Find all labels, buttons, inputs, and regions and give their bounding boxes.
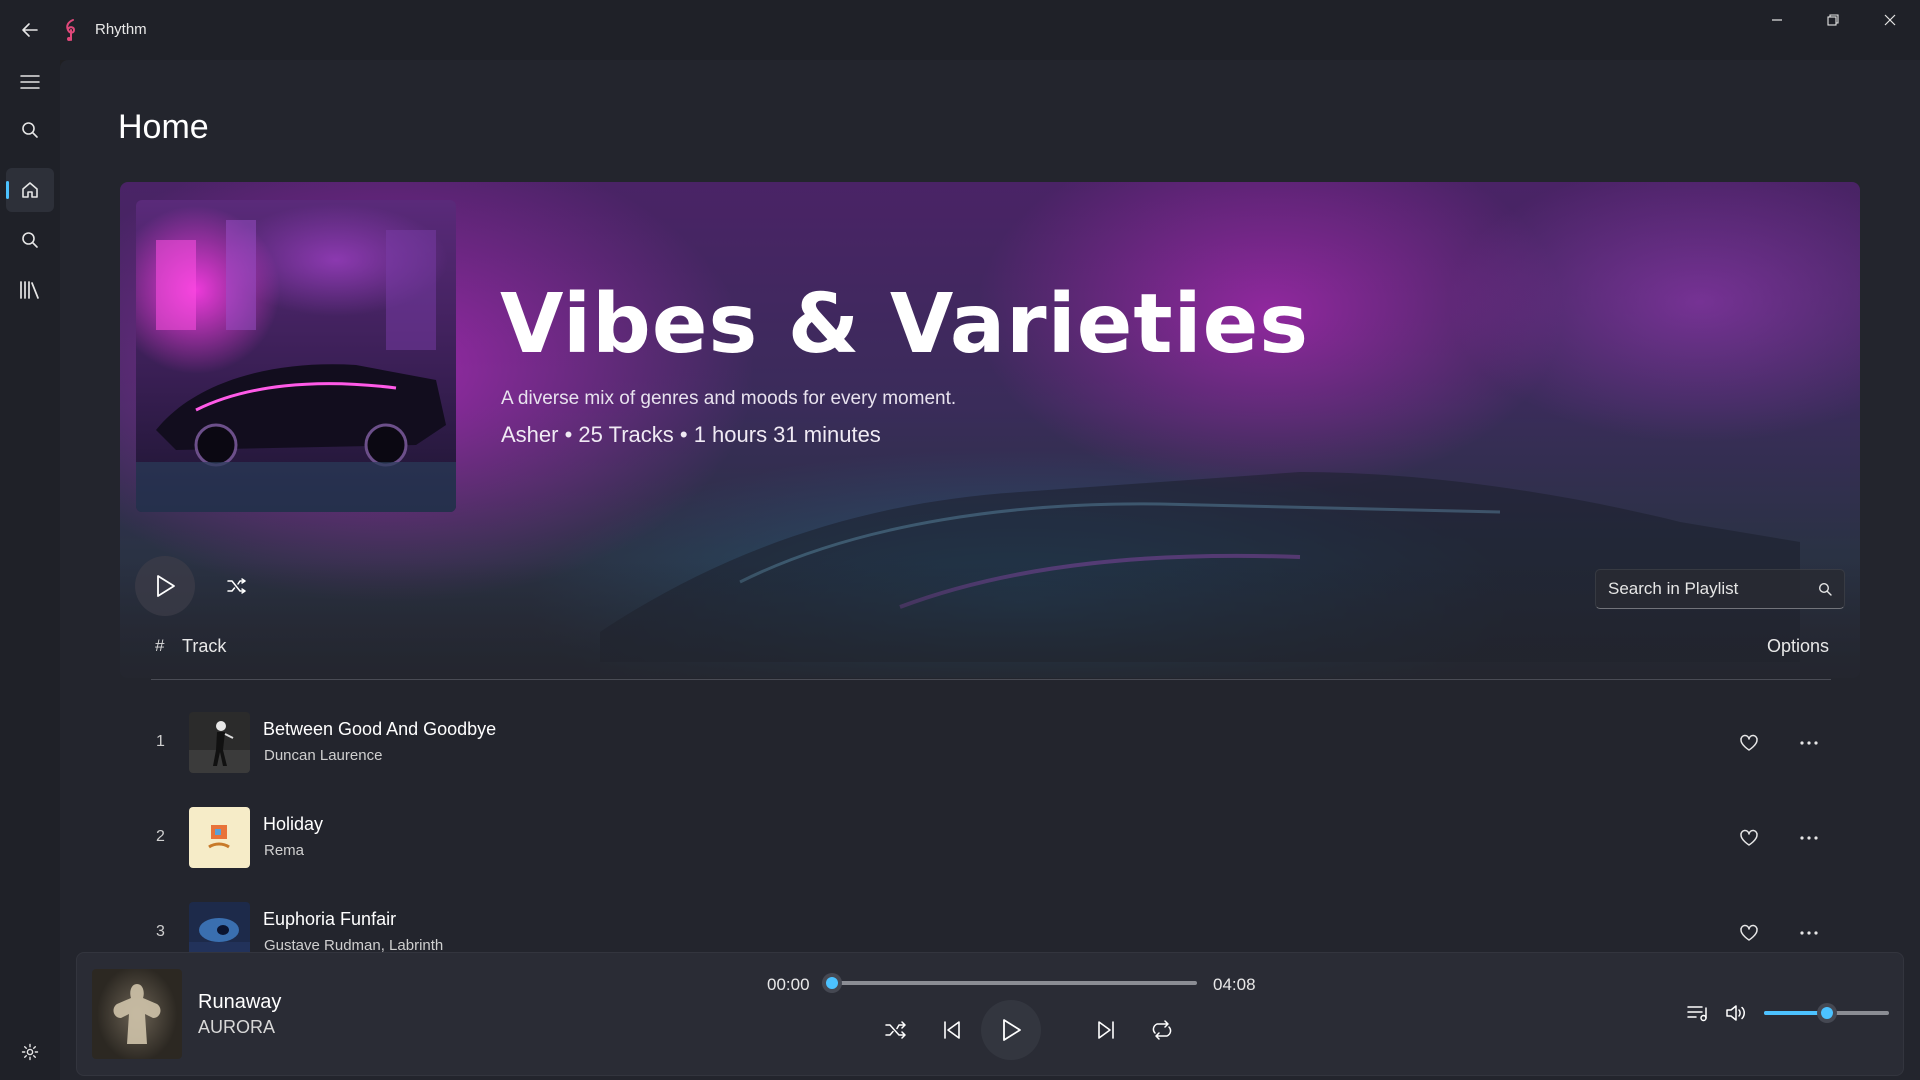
nav-item-library[interactable] bbox=[6, 268, 54, 312]
time-elapsed: 00:00 bbox=[767, 975, 810, 994]
more-icon bbox=[1800, 836, 1818, 840]
now-playing-art-image bbox=[92, 969, 182, 1059]
nav-menu-button[interactable] bbox=[6, 60, 54, 104]
back-arrow-icon bbox=[22, 23, 38, 37]
shuffle-icon bbox=[227, 578, 246, 594]
like-button[interactable] bbox=[1736, 920, 1762, 946]
previous-icon bbox=[944, 1021, 960, 1039]
track-artist[interactable]: Duncan Laurence bbox=[264, 747, 382, 764]
play-pause-button[interactable] bbox=[981, 1000, 1041, 1060]
track-number: 1 bbox=[156, 733, 165, 750]
previous-button[interactable] bbox=[935, 1013, 969, 1047]
restore-icon bbox=[1827, 14, 1839, 26]
playlist-hero: Vibes & Varieties A diverse mix of genre… bbox=[120, 182, 1860, 678]
volume-icon bbox=[1726, 1005, 1745, 1021]
back-button[interactable] bbox=[14, 16, 46, 44]
track-row[interactable]: 2 Holiday Rema bbox=[151, 807, 1831, 869]
like-button[interactable] bbox=[1736, 825, 1762, 851]
search-icon[interactable] bbox=[1818, 582, 1832, 596]
heart-icon bbox=[1740, 924, 1758, 941]
more-icon bbox=[1800, 931, 1818, 935]
divider bbox=[151, 679, 1831, 680]
playlist-search-box[interactable] bbox=[1595, 569, 1845, 609]
playlist-search-input[interactable] bbox=[1608, 578, 1808, 600]
search-icon bbox=[22, 122, 38, 138]
next-button[interactable] bbox=[1089, 1013, 1123, 1047]
now-playing-title[interactable]: Runaway bbox=[198, 991, 281, 1014]
nav-settings-button[interactable] bbox=[6, 1030, 54, 1074]
app-logo-icon bbox=[60, 18, 82, 42]
restore-button[interactable] bbox=[1805, 0, 1861, 40]
heart-icon bbox=[1740, 829, 1758, 846]
queue-icon bbox=[1687, 1006, 1707, 1022]
nav-item-explore[interactable] bbox=[6, 218, 54, 262]
minimize-icon bbox=[1772, 19, 1782, 21]
time-total: 04:08 bbox=[1213, 975, 1256, 994]
track-artist[interactable]: Rema bbox=[264, 842, 304, 859]
volume-button[interactable] bbox=[1719, 996, 1753, 1030]
shuffle-icon bbox=[885, 1021, 906, 1039]
track-row[interactable]: 1 Between Good And Goodbye Duncan Lauren… bbox=[151, 712, 1831, 774]
track-title: Euphoria Funfair bbox=[263, 909, 397, 929]
minimize-button[interactable] bbox=[1749, 0, 1805, 40]
volume-thumb[interactable] bbox=[1816, 1003, 1837, 1023]
title-bar: Rhythm bbox=[0, 0, 1920, 60]
seek-thumb[interactable] bbox=[822, 973, 842, 993]
nav-item-home[interactable] bbox=[6, 168, 54, 212]
close-icon bbox=[1884, 14, 1896, 26]
play-playlist-button[interactable] bbox=[135, 556, 195, 616]
home-icon bbox=[22, 182, 38, 198]
hamburger-icon bbox=[20, 75, 40, 89]
playlist-title: Vibes & Varieties bbox=[500, 277, 1310, 372]
close-button[interactable] bbox=[1862, 0, 1918, 40]
track-number: 2 bbox=[156, 828, 165, 845]
nav-search-button[interactable] bbox=[6, 108, 54, 152]
column-track: Track bbox=[182, 636, 227, 656]
gear-icon bbox=[21, 1043, 39, 1061]
heart-icon bbox=[1740, 734, 1758, 751]
app-title: Rhythm bbox=[95, 21, 147, 38]
seek-slider[interactable] bbox=[822, 973, 1197, 993]
now-playing-artist[interactable]: AURORA bbox=[198, 1017, 275, 1038]
like-button[interactable] bbox=[1736, 730, 1762, 756]
volume-slider[interactable] bbox=[1764, 1003, 1889, 1023]
column-options: Options bbox=[1766, 636, 1829, 656]
track-number: 3 bbox=[156, 923, 165, 940]
more-icon bbox=[1800, 741, 1818, 745]
playlist-description: A diverse mix of genres and moods for ev… bbox=[501, 388, 957, 409]
next-icon bbox=[1098, 1021, 1114, 1039]
page-title: Home bbox=[118, 108, 209, 146]
shuffle-button[interactable] bbox=[879, 1013, 913, 1047]
shuffle-playlist-button[interactable] bbox=[223, 572, 251, 600]
main-content: Home Vibes & Varieties A diverse mix of … bbox=[60, 60, 1920, 1080]
playlist-meta: Asher • 25 Tracks • 1 hours 31 minutes bbox=[501, 422, 881, 447]
repeat-button[interactable] bbox=[1145, 1013, 1179, 1047]
column-number: # bbox=[155, 636, 165, 655]
nav-pane bbox=[0, 60, 60, 1080]
play-icon bbox=[157, 575, 175, 597]
more-options-button[interactable] bbox=[1796, 730, 1822, 756]
repeat-icon bbox=[1152, 1020, 1172, 1040]
queue-button[interactable] bbox=[1681, 996, 1715, 1030]
track-art-image bbox=[189, 712, 250, 773]
library-icon bbox=[20, 281, 39, 299]
more-options-button[interactable] bbox=[1796, 825, 1822, 851]
track-title: Between Good And Goodbye bbox=[263, 719, 497, 739]
more-options-button[interactable] bbox=[1796, 920, 1822, 946]
track-art-image bbox=[189, 807, 250, 868]
playlist-cover-image bbox=[136, 200, 456, 512]
search-icon bbox=[22, 232, 38, 248]
track-list-header: # Track Options bbox=[155, 634, 1835, 664]
track-title: Holiday bbox=[263, 814, 324, 834]
player-bar: Runaway AURORA 00:00 04:08 bbox=[76, 952, 1904, 1076]
play-icon bbox=[1003, 1019, 1021, 1041]
